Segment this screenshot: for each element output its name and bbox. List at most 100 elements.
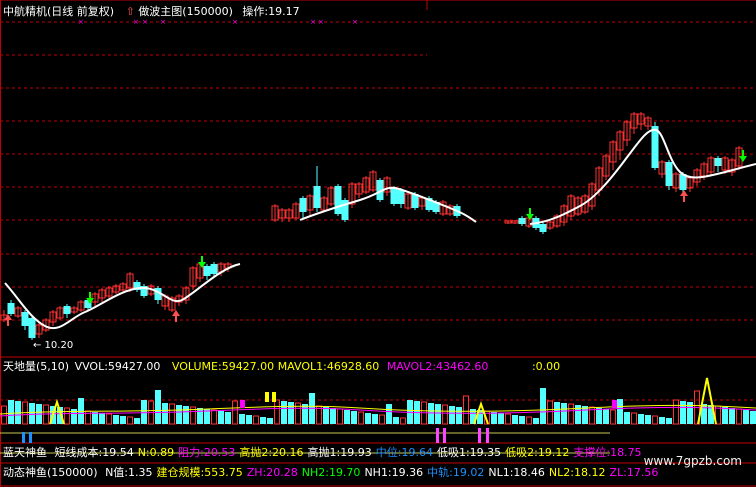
dynamic-fish-item: NH2:19.70	[301, 466, 361, 479]
buy-arrow-icon	[739, 150, 747, 162]
volume-bar	[218, 411, 224, 424]
volume-bar	[498, 413, 504, 424]
candlestick-body	[397, 190, 405, 204]
volume-bar	[120, 416, 126, 424]
signal-mark-icon: ×	[318, 18, 324, 26]
stock-chart-canvas[interactable]: × × × × × × × ×	[0, 0, 756, 487]
volume-bar	[99, 413, 105, 424]
volume-bar	[736, 408, 742, 425]
volume-value: VOLUME:59427.00	[171, 360, 275, 373]
volume-bar	[141, 400, 147, 424]
volume-bar	[491, 412, 497, 424]
volume-bar	[540, 388, 546, 424]
signal-mark-icon: ×	[142, 18, 148, 26]
signal-bar	[22, 432, 25, 443]
candlestick-body	[299, 198, 307, 212]
volume-bar	[750, 411, 756, 424]
volume-bar	[505, 413, 511, 425]
candlestick-body	[63, 306, 71, 314]
volume-indicator-name: 天地量(5,10)	[3, 360, 70, 373]
volume-highlight	[612, 400, 617, 408]
mavol1-value: MAVOL1:46928.60	[277, 360, 380, 373]
candlestick-body	[21, 312, 29, 326]
volume-bar	[183, 406, 189, 424]
volume-bar	[239, 414, 245, 424]
volume-bar	[106, 413, 112, 425]
volume-bar	[659, 417, 665, 424]
blue-fish-item: 低吸1:19.35	[436, 446, 502, 459]
signal-bar	[443, 428, 446, 443]
signal-bar	[436, 428, 439, 443]
signal-mark-icon: ×	[133, 18, 139, 26]
volume-bar	[281, 401, 287, 424]
signal-mark-icon: ×	[160, 18, 166, 26]
operate-value: 操作:19.17	[242, 5, 300, 18]
candlestick-series	[0, 112, 743, 340]
candlestick-body	[210, 264, 218, 274]
volume-bar	[288, 402, 294, 424]
up-arrow-icon: ⇧	[125, 5, 135, 18]
dynamic-fish-item: 中轨:19.02	[427, 466, 485, 479]
volume-bar	[603, 409, 609, 424]
volume-bar	[225, 412, 231, 424]
volume-bar	[631, 412, 637, 425]
candlestick-body	[665, 162, 673, 186]
low-price-label: ← 10.20	[33, 340, 74, 351]
volume-bar	[393, 417, 399, 424]
candlestick-body	[7, 303, 15, 314]
volume-bar	[176, 405, 182, 424]
volume-highlight	[240, 400, 245, 408]
dynamic-fish-item: 建仓规模:553.75	[156, 466, 243, 479]
blue-fish-panel-header: 蓝天神鱼 短线成本:19.54 N:0.89 阻力:20.53 高抛2:20.16 高抛…	[3, 446, 642, 460]
blue-fish-item: 短线成本:19.54	[54, 446, 134, 459]
volume-bar	[547, 400, 553, 425]
signal-bar	[29, 432, 32, 443]
volume-bar	[526, 416, 532, 425]
signal-bar	[486, 428, 489, 443]
volume-bar	[442, 404, 448, 425]
volume-bar	[435, 404, 441, 424]
volume-bar	[680, 401, 686, 424]
volume-bar	[1, 405, 7, 425]
indicator-name: 做波主图(150000)	[138, 5, 233, 18]
signal-bar	[478, 428, 481, 443]
volume-bar	[246, 415, 252, 424]
signal-mark-icon: ×	[232, 18, 238, 26]
volume-panel-header: 天地量(5,10) VVOL:59427.00 VOLUME:59427.00 …	[3, 360, 560, 374]
volume-bar	[596, 408, 602, 424]
volume-bar	[638, 414, 644, 424]
signal-mark-icon: ×	[78, 18, 84, 26]
volume-bar	[386, 404, 392, 424]
volume-bar	[113, 415, 119, 424]
dynamic-fish-item: N值:1.35	[105, 466, 153, 479]
volume-bar	[666, 418, 672, 424]
watermark: www.7gpzb.com	[643, 454, 742, 468]
candlestick-body	[390, 188, 398, 204]
chart-grid	[0, 0, 756, 487]
volume-bar	[197, 408, 203, 424]
volume-bar	[323, 407, 329, 424]
volume-highlight	[272, 392, 276, 402]
volume-bar	[232, 400, 238, 425]
volume-bar	[554, 402, 560, 424]
volume-bar	[211, 409, 217, 425]
volume-bar	[337, 408, 343, 425]
volume-bar	[351, 411, 357, 424]
volume-bar	[162, 403, 168, 424]
volume-bar	[134, 418, 140, 424]
volume-bar	[722, 407, 728, 424]
volume-bar	[582, 406, 588, 424]
volume-bar	[169, 403, 175, 425]
dynamic-fish-panel-header: 动态神鱼(150000) N值:1.35 建仓规模:553.75 ZH:20.28 N…	[3, 466, 658, 480]
vvol-value: VVOL:59427.00	[74, 360, 161, 373]
candlestick-body	[334, 186, 342, 214]
blue-fish-item: 高抛1:19.93	[307, 446, 372, 459]
arrow-head	[739, 156, 747, 162]
volume-highlight	[265, 392, 269, 402]
dynamic-fish-item: NL1:18.46	[488, 466, 545, 479]
stock-title: 中航精机(日线 前复权)	[3, 5, 115, 18]
blue-fish-values: 短线成本:19.54 N:0.89 阻力:20.53 高抛2:20.16 高抛1:19.…	[51, 446, 642, 459]
candlestick-body	[651, 126, 659, 168]
candlestick-body	[714, 158, 722, 166]
volume-bar	[29, 403, 35, 424]
